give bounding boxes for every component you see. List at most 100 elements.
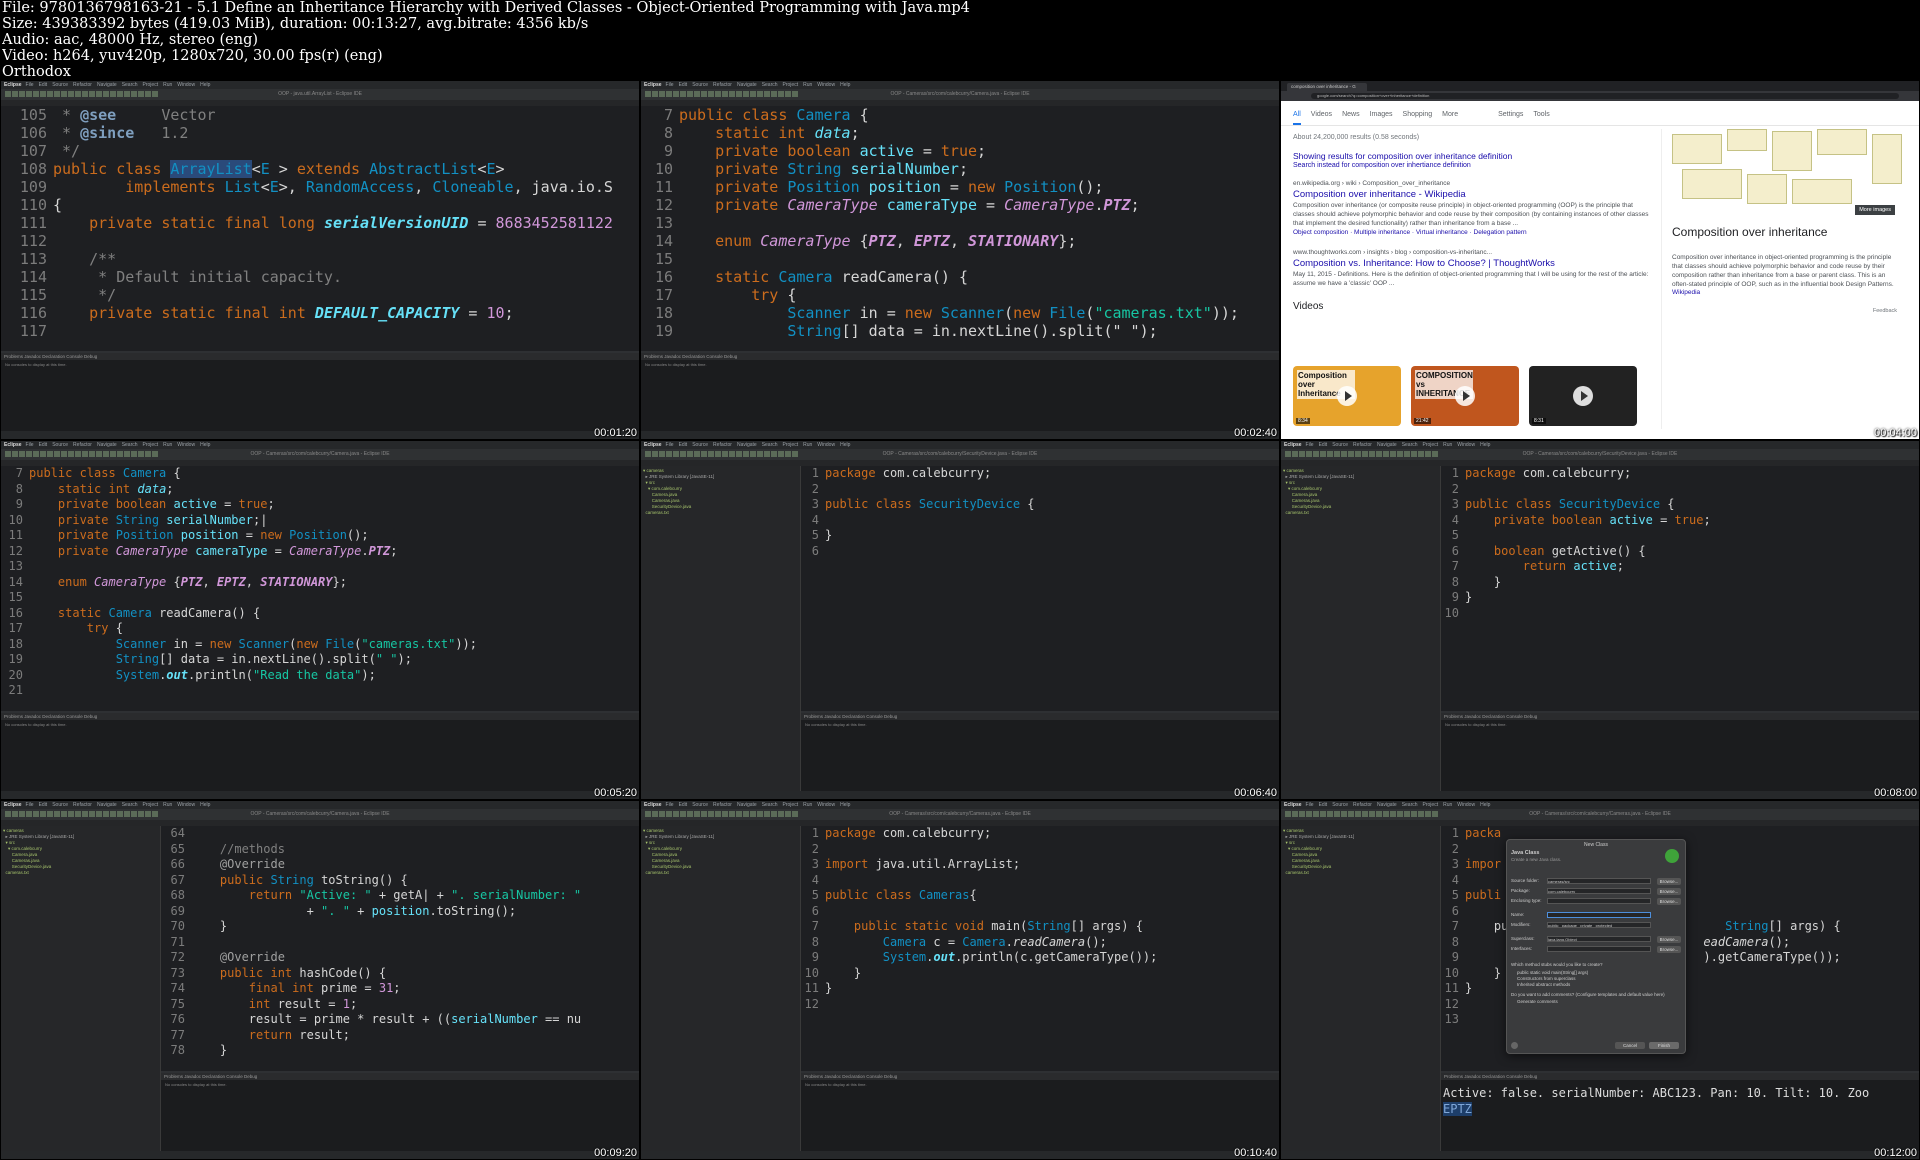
result-title[interactable]: Composition vs. Inheritance: How to Choo…: [1293, 258, 1653, 270]
menu-item-edit[interactable]: Edit: [679, 802, 688, 808]
console-tabs[interactable]: Problems Javadoc Declaration Console Deb…: [1, 713, 639, 720]
console-tabs[interactable]: Problems Javadoc Declaration Console Deb…: [801, 1073, 1279, 1080]
knowledge-source-link[interactable]: Wikipedia: [1672, 289, 1897, 296]
menu-item-refactor[interactable]: Refactor: [713, 442, 732, 448]
menu-item-edit[interactable]: Edit: [679, 82, 688, 88]
menu-item-eclipse[interactable]: Eclipse: [1284, 442, 1302, 448]
menu-item-file[interactable]: File: [666, 442, 674, 448]
console-tabs[interactable]: Problems Javadoc Declaration Console Deb…: [641, 353, 1279, 360]
menu-item-run[interactable]: Run: [1443, 442, 1452, 448]
menu-item-search[interactable]: Search: [762, 442, 778, 448]
menu-item-source[interactable]: Source: [52, 802, 68, 808]
browse-button[interactable]: Browse...: [1657, 898, 1681, 905]
menu-item-file[interactable]: File: [666, 82, 674, 88]
menu-item-file[interactable]: File: [26, 82, 34, 88]
menu-item-source[interactable]: Source: [52, 442, 68, 448]
menu-item-window[interactable]: Window: [817, 802, 835, 808]
menu-item-help[interactable]: Help: [200, 82, 210, 88]
package-explorer-node[interactable]: cameras.txt: [1283, 510, 1438, 516]
code-editor[interactable]: 105 * @see Vector 106 * @since 1.2 107 */1…: [1, 106, 639, 353]
menu-item-run[interactable]: Run: [163, 82, 172, 88]
menu-item-project[interactable]: Project: [783, 82, 799, 88]
menu-item-help[interactable]: Help: [1480, 802, 1490, 808]
menu-item-window[interactable]: Window: [1457, 802, 1475, 808]
package-explorer-node[interactable]: cameras.txt: [1283, 870, 1438, 876]
browse-button[interactable]: Browse...: [1657, 878, 1681, 885]
menu-item-navigate[interactable]: Navigate: [737, 442, 757, 448]
menu-item-help[interactable]: Help: [200, 802, 210, 808]
menu-item-help[interactable]: Help: [840, 82, 850, 88]
menu-item-navigate[interactable]: Navigate: [97, 442, 117, 448]
menu-item-navigate[interactable]: Navigate: [1377, 802, 1397, 808]
menu-item-window[interactable]: Window: [177, 442, 195, 448]
result-sitelinks[interactable]: Object composition · Multiple inheritanc…: [1293, 228, 1653, 238]
search-tab-shopping[interactable]: Shopping: [1403, 111, 1433, 118]
menu-item-search[interactable]: Search: [762, 802, 778, 808]
menu-item-edit[interactable]: Edit: [1319, 802, 1328, 808]
menu-item-navigate[interactable]: Navigate: [97, 82, 117, 88]
menu-item-refactor[interactable]: Refactor: [713, 82, 732, 88]
menu-item-eclipse[interactable]: Eclipse: [1284, 802, 1302, 808]
code-editor[interactable]: 7 public class Camera {8 static int data;…: [1, 466, 639, 713]
field-input[interactable]: [1547, 936, 1651, 942]
menu-item-window[interactable]: Window: [1457, 442, 1475, 448]
search-tab-settings[interactable]: Settings: [1498, 111, 1523, 118]
finish-button[interactable]: Finish: [1649, 1042, 1679, 1049]
menu-item-edit[interactable]: Edit: [39, 802, 48, 808]
menu-item-search[interactable]: Search: [122, 82, 138, 88]
video-thumbnail-1[interactable]: Composition over Inheritance 8:34: [1293, 366, 1401, 426]
menu-item-window[interactable]: Window: [177, 82, 195, 88]
menu-item-file[interactable]: File: [1306, 802, 1314, 808]
menu-item-window[interactable]: Window: [817, 442, 835, 448]
stub-checkbox[interactable]: Inherited abstract methods: [1517, 982, 1570, 987]
code-editor[interactable]: 1 package com.calebcurry; 2 3 import java.ut…: [801, 826, 1279, 1073]
menu-item-help[interactable]: Help: [840, 442, 850, 448]
menu-item-source[interactable]: Source: [1332, 802, 1348, 808]
menu-item-edit[interactable]: Edit: [1319, 442, 1328, 448]
menu-item-file[interactable]: File: [666, 802, 674, 808]
menu-item-search[interactable]: Search: [1402, 802, 1418, 808]
search-tab-more[interactable]: More: [1442, 111, 1458, 118]
menu-item-eclipse[interactable]: Eclipse: [4, 802, 22, 808]
stub-checkbox[interactable]: public static void main(String[] args): [1517, 970, 1588, 975]
video-thumbnail-2[interactable]: COMPOSITION vs INHERITANCE 21:42: [1411, 366, 1519, 426]
menu-item-file[interactable]: File: [26, 442, 34, 448]
menu-item-eclipse[interactable]: Eclipse: [4, 442, 22, 448]
menu-item-run[interactable]: Run: [803, 442, 812, 448]
menu-item-search[interactable]: Search: [122, 442, 138, 448]
menu-item-project[interactable]: Project: [1423, 802, 1439, 808]
menu-item-eclipse[interactable]: Eclipse: [4, 82, 22, 88]
menu-item-search[interactable]: Search: [122, 802, 138, 808]
stub-checkbox[interactable]: Constructors from superclass: [1517, 976, 1576, 981]
code-editor[interactable]: 1 package com.calebcurry; 2 3 public class S…: [801, 466, 1279, 713]
package-explorer-node[interactable]: cameras.txt: [643, 510, 798, 516]
field-input[interactable]: [1547, 922, 1651, 928]
menu-item-run[interactable]: Run: [803, 82, 812, 88]
menu-item-source[interactable]: Source: [692, 442, 708, 448]
cancel-button[interactable]: Cancel: [1615, 1042, 1645, 1049]
search-instead-link[interactable]: Search instead for composition over inhe…: [1293, 161, 1653, 171]
menu-item-run[interactable]: Run: [163, 442, 172, 448]
menu-item-source[interactable]: Source: [692, 802, 708, 808]
menu-item-project[interactable]: Project: [1423, 442, 1439, 448]
menu-item-help[interactable]: Help: [1480, 442, 1490, 448]
search-tab-tools[interactable]: Tools: [1533, 111, 1549, 118]
code-editor[interactable]: 1 package com.calebcurry; 2 3 public class S…: [1441, 466, 1919, 713]
url-field[interactable]: google.com/search?q=composition+over+inh…: [1311, 93, 1899, 99]
console-tabs[interactable]: Problems Javadoc Declaration Console Deb…: [1441, 713, 1919, 720]
field-input[interactable]: [1547, 878, 1651, 884]
video-thumbnail-3[interactable]: 8:31: [1529, 366, 1637, 426]
feedback-link[interactable]: Feedback: [1672, 308, 1897, 314]
console-tabs[interactable]: Problems Javadoc Declaration Console Deb…: [1441, 1073, 1919, 1080]
search-tab-images[interactable]: Images: [1370, 111, 1393, 118]
browse-button[interactable]: Browse...: [1657, 936, 1681, 943]
menu-item-refactor[interactable]: Refactor: [713, 802, 732, 808]
generate-comments-checkbox[interactable]: Generate comments: [1517, 999, 1558, 1004]
search-tab-videos[interactable]: Videos: [1311, 111, 1332, 118]
menu-item-navigate[interactable]: Navigate: [737, 82, 757, 88]
menu-item-run[interactable]: Run: [803, 802, 812, 808]
menu-item-project[interactable]: Project: [143, 82, 159, 88]
menu-item-edit[interactable]: Edit: [39, 442, 48, 448]
menu-item-help[interactable]: Help: [200, 442, 210, 448]
help-icon[interactable]: [1511, 1042, 1518, 1049]
